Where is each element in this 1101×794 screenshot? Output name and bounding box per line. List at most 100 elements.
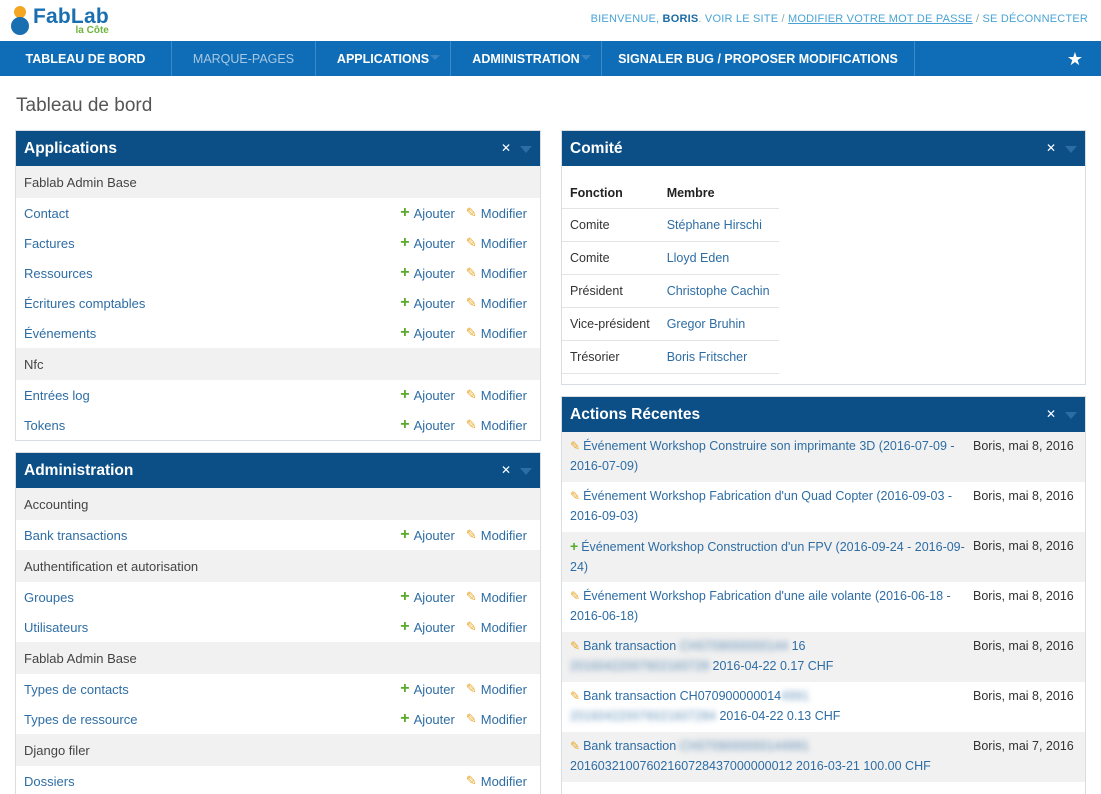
- add-button[interactable]: + Ajouter: [400, 387, 455, 403]
- recent-action-link[interactable]: ✎ Bank transaction CH0709000000144991 2016…: [570, 736, 970, 776]
- chevron-down-icon: [430, 55, 440, 60]
- edit-button[interactable]: ✎ Modifier: [466, 387, 527, 403]
- table-row: Trésorier Boris Fritscher: [562, 340, 779, 374]
- recent-action-row: ✎ Événement Workshop Fabrication d'un Qua…: [562, 482, 1085, 532]
- recent-action-link[interactable]: Événement Workshop Construire son imprim…: [570, 439, 955, 473]
- column-header-member: Membre: [658, 178, 779, 209]
- edit-button[interactable]: ✎ Modifier: [466, 589, 527, 605]
- chevron-down-icon[interactable]: [1065, 146, 1077, 153]
- recent-action-link[interactable]: Événement Workshop Fabrication d'un Quad…: [570, 489, 952, 523]
- list-item: Types de contacts + Ajouter ✎ Modifier: [16, 674, 540, 704]
- group-header: Fablab Admin Base: [16, 642, 540, 674]
- edit-button[interactable]: ✎ Modifier: [466, 417, 527, 433]
- edit-button[interactable]: ✎ Modifier: [466, 205, 527, 221]
- member-link[interactable]: Boris Fritscher: [658, 340, 779, 374]
- add-button[interactable]: + Ajouter: [400, 711, 455, 727]
- model-link-utilisateurs[interactable]: Utilisateurs: [24, 620, 88, 635]
- edit-button[interactable]: ✎ Modifier: [466, 681, 527, 697]
- logout-link[interactable]: SE DÉCONNECTER: [983, 13, 1088, 25]
- member-link[interactable]: Gregor Bruhin: [658, 307, 779, 341]
- table-row: Président Christophe Cachin: [562, 274, 779, 308]
- member-link[interactable]: Christophe Cachin: [658, 274, 779, 308]
- chevron-down-icon[interactable]: [520, 468, 532, 475]
- model-link-contact[interactable]: Contact: [24, 206, 69, 221]
- recent-actions-panel: Actions Récentes ✕ ✎ Événement Workshop C…: [561, 396, 1086, 794]
- chevron-down-icon[interactable]: [1065, 412, 1077, 419]
- close-icon[interactable]: ✕: [501, 463, 511, 477]
- recent-action-row: + Événement Workshop Construction d'un FP…: [562, 532, 1085, 582]
- close-icon[interactable]: ✕: [501, 141, 511, 155]
- edit-button[interactable]: ✎ Modifier: [466, 325, 527, 341]
- recent-action-link[interactable]: ✎ Bank transaction CH0709000000144991 2016…: [570, 686, 970, 726]
- model-link-bank-transactions[interactable]: Bank transactions: [24, 528, 127, 543]
- recent-action-link[interactable]: Événement Workshop Fabrication d'une ail…: [570, 589, 951, 623]
- add-button[interactable]: + Ajouter: [400, 589, 455, 605]
- list-item: Tokens + Ajouter ✎ Modifier: [16, 410, 540, 440]
- add-button[interactable]: + Ajouter: [400, 265, 455, 281]
- add-button[interactable]: + Ajouter: [400, 235, 455, 251]
- pencil-icon: ✎: [465, 417, 477, 432]
- group-header: Fablab Admin Base: [16, 166, 540, 198]
- role-cell: Vice-président: [562, 307, 659, 341]
- add-button[interactable]: + Ajouter: [400, 295, 455, 311]
- fablab-logo[interactable]: FabLab la Côte: [10, 3, 109, 36]
- nav-administration[interactable]: ADMINISTRATION: [451, 41, 602, 76]
- pencil-icon: ✎: [465, 205, 477, 220]
- pencil-icon: ✎: [465, 711, 477, 726]
- chevron-down-icon[interactable]: [520, 146, 532, 153]
- group-label: Django filer: [24, 742, 90, 758]
- pencil-icon: ✎: [465, 589, 477, 604]
- change-password-link[interactable]: MODIFIER VOTRE MOT DE PASSE: [788, 13, 973, 25]
- main-nav: TABLEAU DE BORD MARQUE-PAGES APPLICATION…: [0, 41, 1101, 76]
- model-link-dossiers[interactable]: Dossiers: [24, 774, 75, 789]
- nav-applications[interactable]: APPLICATIONS: [316, 41, 451, 76]
- recent-action-row: ✎ Bank transaction CH0709000000144 16 2016…: [562, 632, 1085, 682]
- edit-button[interactable]: ✎ Modifier: [466, 265, 527, 281]
- plus-icon: +: [400, 386, 410, 403]
- model-link-ecritures[interactable]: Écritures comptables: [24, 296, 145, 311]
- list-item: Types de ressource + Ajouter ✎ Modifier: [16, 704, 540, 734]
- add-button[interactable]: + Ajouter: [400, 417, 455, 433]
- list-item: Ressources + Ajouter ✎ Modifier: [16, 258, 540, 288]
- close-icon[interactable]: ✕: [1046, 141, 1056, 155]
- edit-button[interactable]: ✎ Modifier: [466, 711, 527, 727]
- edit-button[interactable]: ✎ Modifier: [466, 527, 527, 543]
- edit-button[interactable]: ✎ Modifier: [466, 235, 527, 251]
- nav-report-bug[interactable]: SIGNALER BUG / PROPOSER MODIFICATIONS: [602, 41, 915, 76]
- nav-dashboard[interactable]: TABLEAU DE BORD: [0, 41, 172, 76]
- plus-icon: +: [400, 416, 410, 433]
- model-link-groupes[interactable]: Groupes: [24, 590, 74, 605]
- logo-icon: [10, 3, 30, 35]
- model-link-tokens[interactable]: Tokens: [24, 418, 65, 433]
- nav-bookmarks[interactable]: MARQUE-PAGES: [172, 41, 316, 76]
- plus-icon: +: [400, 618, 410, 635]
- model-link-types-contacts[interactable]: Types de contacts: [24, 682, 129, 697]
- redacted-text: CH0709000000144: [679, 639, 789, 653]
- group-header: Django filer: [16, 734, 540, 766]
- list-item: Événements + Ajouter ✎ Modifier: [16, 318, 540, 348]
- edit-button[interactable]: ✎ Modifier: [466, 773, 527, 789]
- add-button[interactable]: + Ajouter: [400, 619, 455, 635]
- member-link[interactable]: Lloyd Eden: [658, 241, 779, 275]
- add-button[interactable]: + Ajouter: [400, 681, 455, 697]
- model-link-factures[interactable]: Factures: [24, 236, 75, 251]
- model-link-evenements[interactable]: Événements: [24, 326, 96, 341]
- close-icon[interactable]: ✕: [1046, 407, 1056, 421]
- model-link-entrees-log[interactable]: Entrées log: [24, 388, 90, 403]
- logo-title: FabLab: [33, 5, 109, 28]
- star-icon[interactable]: ★: [1067, 49, 1083, 70]
- member-link[interactable]: Stéphane Hirschi: [658, 208, 779, 242]
- recent-action-meta: Boris, mai 8, 2016: [973, 589, 1074, 603]
- add-button[interactable]: + Ajouter: [400, 205, 455, 221]
- add-button[interactable]: + Ajouter: [400, 527, 455, 543]
- group-label: Fablab Admin Base: [24, 650, 137, 666]
- recent-action-link[interactable]: Événement Workshop Construction d'un FPV…: [570, 540, 965, 574]
- model-link-ressources[interactable]: Ressources: [24, 266, 93, 281]
- view-site-link[interactable]: VOIR LE SITE: [705, 13, 778, 25]
- recent-action-link[interactable]: ✎ Bank transaction CH0709000000144 16 2016…: [570, 636, 970, 676]
- model-link-types-ressource[interactable]: Types de ressource: [24, 712, 137, 727]
- edit-button[interactable]: ✎ Modifier: [466, 619, 527, 635]
- recent-action-row: ✎ Bank transaction CH0709000000144991 2016…: [562, 732, 1085, 782]
- add-button[interactable]: + Ajouter: [400, 325, 455, 341]
- edit-button[interactable]: ✎ Modifier: [466, 295, 527, 311]
